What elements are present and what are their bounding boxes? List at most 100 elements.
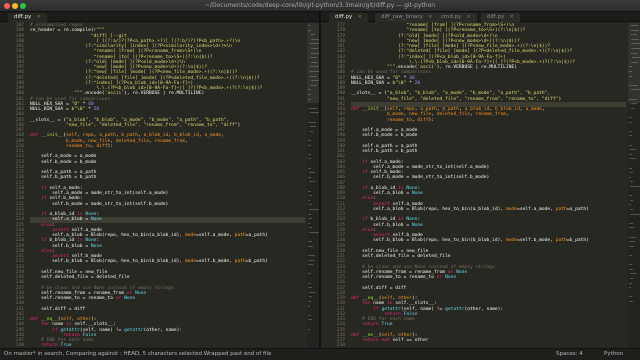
minimap-line [308, 264, 314, 266]
tab-inactive[interactable]: diff_raw_binary × [375, 13, 439, 22]
tab-inactive[interactable]: diff.py × [481, 13, 520, 22]
code-line[interactable]: self.deleted_file = deleted_file [30, 275, 130, 280]
minimap-viewport[interactable] [628, 23, 640, 103]
minimap-line [629, 273, 637, 275]
minimap-line [629, 213, 640, 215]
editor-window: ~/Documents/code/deep-core/lib/git-pytho… [0, 0, 640, 360]
right-code-area[interactable]: ^rename[ ]from[ ](?P<rename_from>\S+)\n … [351, 23, 626, 348]
tab-active[interactable]: diff.py × [8, 13, 47, 22]
close-tab-icon[interactable]: × [428, 14, 433, 20]
close-tab-icon[interactable]: × [466, 14, 471, 20]
minimap-line [629, 227, 634, 229]
tab-inactive[interactable]: cmd.py × [435, 13, 477, 22]
minimap-line [308, 328, 311, 330]
minimap-line [308, 255, 315, 256]
minimap-line [629, 268, 634, 270]
minimap-line [629, 149, 636, 151]
code-line[interactable]: NULL_BIN_SHA = b"\0" * 20 [351, 81, 420, 86]
minimap-line [629, 181, 634, 183]
minimap-line [629, 117, 633, 118]
minimap-line [629, 241, 635, 243]
code-line[interactable]: self.diff = diff [351, 286, 406, 291]
close-tab-icon[interactable]: × [357, 14, 362, 20]
tab-label: cmd.py [441, 14, 462, 20]
minimap-line [309, 296, 313, 298]
code-line[interactable]: self.b_mode = b_mode [30, 160, 96, 165]
minimap-line [309, 126, 317, 128]
minimap-line [629, 222, 633, 224]
minimap-line [629, 204, 631, 206]
status-message: On master* in search, Comparing against … [4, 351, 272, 357]
minimap-line [308, 282, 311, 284]
close-tab-icon[interactable]: × [509, 14, 514, 20]
minimap-line [629, 144, 632, 146]
tab-label: diff.py [14, 14, 32, 20]
code-line[interactable]: "new_file", "deleted_file", "rename_from… [351, 97, 561, 102]
code-line[interactable]: "new_file", "deleted_file", "rename_from… [30, 123, 240, 128]
code-line[interactable]: rename_to, diff): [30, 144, 113, 149]
code-line[interactable]: self.b_blob = Blob(repo, hex_to_bin(b_bl… [351, 238, 589, 243]
left-editor[interactable]: 187 188 189 190 191 192 193 194 195 196 197 198 199 2… [0, 23, 319, 348]
right-minimap[interactable] [628, 23, 640, 348]
code-line[interactable]: self.b_path = b_path [30, 175, 96, 180]
code-line[interactable]: self.b_path = b_path [351, 149, 417, 154]
minimap-viewport[interactable] [307, 23, 319, 103]
code-line[interactable]: self.b_mode = mode_str_to_int(self.b_mod… [351, 175, 489, 180]
code-line[interactable]: self.a_blob = Blob(repo, hex_to_bin(a_bl… [351, 207, 589, 212]
code-line[interactable]: self.b_mode = mode_str_to_int(self.b_mod… [30, 202, 168, 207]
minimap-line [308, 245, 313, 247]
minimap-line [308, 107, 317, 109]
code-line[interactable]: self.b_mode = b_mode [351, 133, 417, 138]
code-line[interactable]: return True [351, 322, 392, 327]
tab-active[interactable]: diff.py × [329, 13, 368, 22]
minimap-line [308, 319, 312, 321]
minimap-line [308, 204, 313, 206]
code-line[interactable]: self.deleted_file = deleted_file [351, 254, 451, 259]
minimap-line [629, 209, 634, 210]
status-bar: On master* in search, Comparing against … [0, 348, 640, 360]
left-code-area[interactable]: # precompiled regex re_header = re.compil… [30, 23, 305, 348]
right-editor[interactable]: 177 178 179 180 181 182 183 184 185 186 187 188 189 1… [321, 23, 640, 348]
minimap-line [629, 167, 633, 169]
minimap-line [308, 140, 312, 141]
minimap-line [308, 273, 311, 275]
minimap-line [308, 176, 311, 178]
minimap-line [308, 195, 313, 197]
left-minimap[interactable] [307, 23, 319, 348]
minimap-line [308, 167, 311, 169]
code-line[interactable]: self.diff = diff [30, 307, 85, 312]
minimap-line [630, 278, 634, 279]
minimap-line [629, 121, 633, 123]
syntax-setting[interactable]: Python [604, 349, 623, 360]
window-title: ~/Documents/code/deep-core/lib/git-pytho… [204, 2, 436, 9]
minimap-line [629, 296, 632, 298]
right-editor-pane: diff.py × diff_raw_binary × cmd.py × diff.py × … [321, 12, 640, 348]
minimap-line [308, 305, 311, 307]
minimap-line [629, 255, 632, 256]
minimap-line [629, 199, 634, 201]
minimap-line [629, 153, 632, 155]
minimap-line [308, 291, 316, 293]
minimap-line [629, 135, 633, 137]
tab-label: diff.py [487, 14, 505, 20]
minimap-line [308, 259, 314, 261]
minimap-line [629, 236, 636, 238]
minimap-line [308, 287, 313, 289]
code-line[interactable]: self.b_blob = Blob(repo, hex_to_bin(b_bl… [30, 259, 268, 264]
code-line[interactable]: rename_to, diff): [351, 118, 434, 123]
tab-label: diff.py [335, 14, 353, 20]
indentation-setting[interactable]: Spaces: 4 [556, 349, 583, 360]
minimap-line [629, 301, 633, 302]
minimap-line [308, 158, 312, 160]
minimap-line [308, 232, 319, 233]
minimap-line [308, 213, 312, 215]
close-tab-icon[interactable]: × [36, 14, 41, 20]
code-line[interactable]: NULL_BIN_SHA = b"\0" * 20 [30, 107, 99, 112]
right-line-gutter: 177 178 179 180 181 182 183 184 185 186 187 188 189 1… [321, 23, 347, 348]
minimap-line [308, 144, 312, 146]
left-editor-pane: diff.py × 187 188 189 190 191 192 193 194 195 196 1… [0, 12, 319, 348]
code-line[interactable]: return not self == other [351, 338, 428, 343]
code-line[interactable]: self.rename_to = rename_to or None [30, 296, 135, 301]
left-line-gutter: 187 188 189 190 191 192 193 194 195 196 197 198 199 2… [0, 23, 26, 348]
code-line[interactable]: self.rename_to = rename_to or None [351, 275, 456, 280]
